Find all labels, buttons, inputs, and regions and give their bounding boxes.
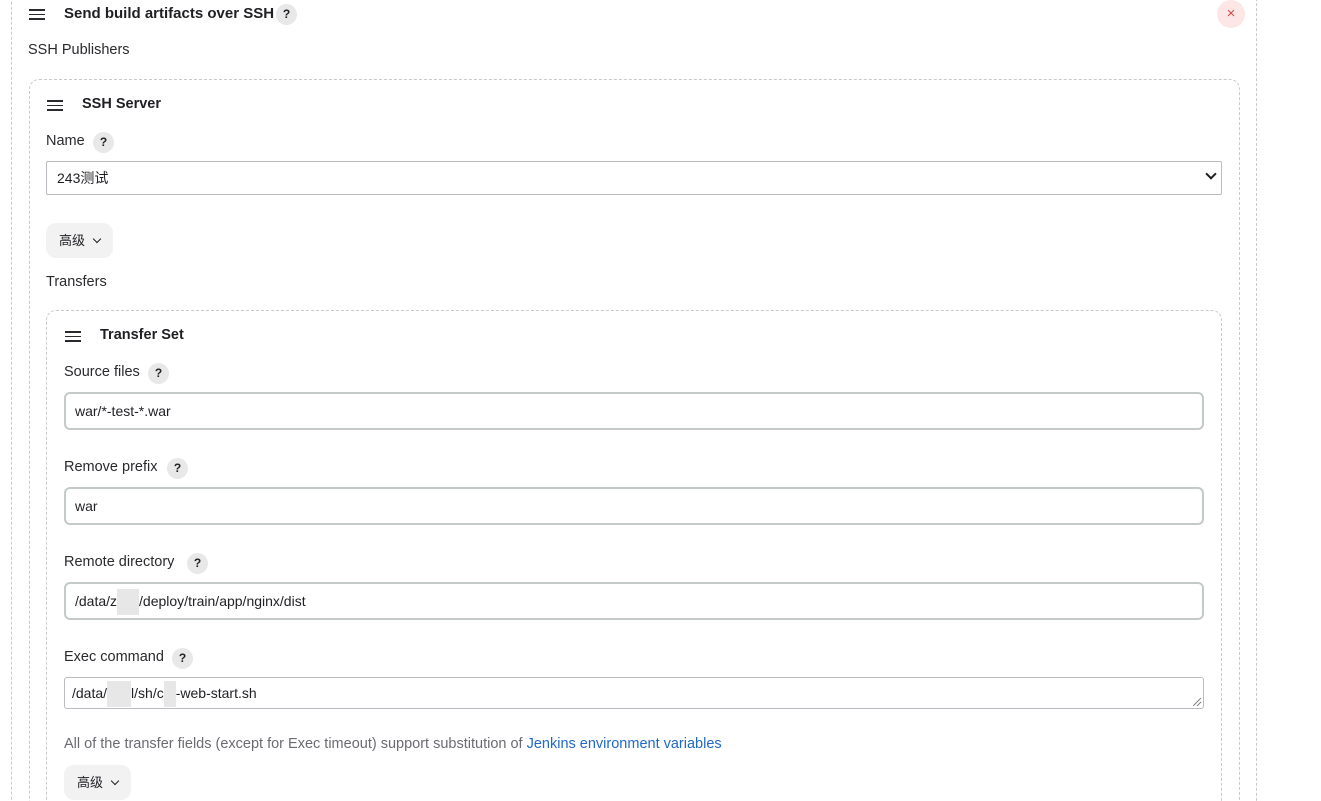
remote-directory-help-icon[interactable]: ? xyxy=(187,553,208,574)
source-files-label: Source files xyxy=(64,364,140,380)
source-files-value: war/*-test-*.war xyxy=(75,403,171,419)
jenkins-env-vars-link[interactable]: Jenkins environment variables xyxy=(527,736,722,752)
substitution-note-text: All of the transfer fields (except for E… xyxy=(64,736,527,752)
remote-directory-label: Remote directory xyxy=(64,554,175,570)
transfer-set-title: Transfer Set xyxy=(100,327,184,343)
server-name-value: 243测试 xyxy=(57,170,109,186)
remove-prefix-label: Remove prefix xyxy=(64,459,158,475)
remove-prefix-help-icon[interactable]: ? xyxy=(167,458,188,479)
section-title: Send build artifacts over SSH xyxy=(64,5,275,22)
transfer-advanced-button[interactable]: 高级 xyxy=(64,765,132,800)
ssh-server-title: SSH Server xyxy=(82,96,161,112)
exec-command-label: Exec command xyxy=(64,649,164,665)
exec-command-value-2: l/sh/c xyxy=(131,685,164,701)
chevron-down-icon xyxy=(1205,168,1217,180)
resize-handle-icon[interactable] xyxy=(1193,698,1201,706)
remote-directory-input[interactable]: /data/z/deploy/train/app/nginx/dist xyxy=(64,582,1204,620)
ssh-publishers-label: SSH Publishers xyxy=(28,42,130,58)
redacted-block xyxy=(107,681,132,708)
section-help-icon[interactable]: ? xyxy=(276,4,297,25)
exec-command-textarea[interactable]: /data/l/sh/c -web-start.sh xyxy=(64,677,1204,709)
remove-prefix-input[interactable]: war xyxy=(64,487,1204,525)
server-drag-handle-icon[interactable] xyxy=(47,100,63,112)
exec-command-value-1: /data/ xyxy=(72,685,108,701)
remote-directory-value-start: /data/z xyxy=(75,593,118,609)
remote-directory-value-end: /deploy/train/app/nginx/dist xyxy=(139,593,306,609)
chevron-down-icon xyxy=(110,776,120,786)
server-advanced-button[interactable]: 高级 xyxy=(46,223,114,258)
server-name-select[interactable]: 243测试 xyxy=(46,161,1222,195)
advanced-label: 高级 xyxy=(59,233,86,248)
substitution-note: All of the transfer fields (except for E… xyxy=(64,736,722,752)
chevron-down-icon xyxy=(92,234,102,244)
drag-handle-icon[interactable] xyxy=(29,9,45,21)
transfers-label: Transfers xyxy=(46,274,107,290)
remove-prefix-value: war xyxy=(75,498,98,514)
redacted-block xyxy=(117,589,140,616)
transfer-drag-handle-icon[interactable] xyxy=(65,331,81,343)
source-files-help-icon[interactable]: ? xyxy=(148,363,169,384)
exec-command-help-icon[interactable]: ? xyxy=(172,648,193,669)
name-label: Name xyxy=(46,133,85,149)
source-files-input[interactable]: war/*-test-*.war xyxy=(64,392,1204,430)
name-help-icon[interactable]: ? xyxy=(93,132,114,153)
close-button[interactable]: × xyxy=(1217,0,1245,28)
redacted-block xyxy=(163,681,176,708)
exec-command-value-3: -web-start.sh xyxy=(175,685,257,701)
transfer-set-box xyxy=(46,310,1222,801)
advanced-label: 高级 xyxy=(77,775,104,790)
